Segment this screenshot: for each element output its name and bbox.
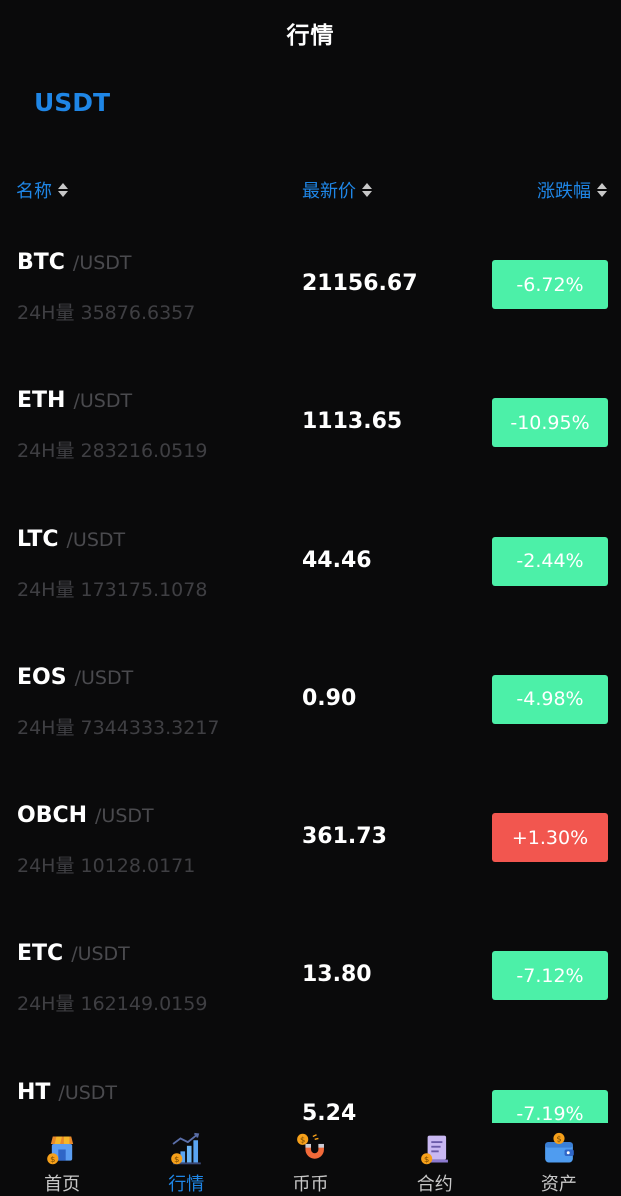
last-price: 44.46 [302,547,372,573]
quote-currency: /USDT [74,666,134,689]
volume-24h: 24H量 283216.0519 [17,440,208,463]
sort-icon [58,183,68,197]
volume-24h: 24H量 10128.0171 [17,855,196,878]
market-row-obch[interactable]: OBCH /USDT 24H量 10128.0171 361.73 +1.30% [0,769,621,907]
volume-24h: 24H量 35876.6357 [17,302,196,324]
tabbar-item-home[interactable]: $ 首页 [0,1123,124,1196]
tabbar-label: 首页 [44,1174,81,1195]
quote-currency: /USDT [73,390,133,413]
quote-currency: /USDT [72,252,132,274]
pair-symbol: BTC /USDT [17,250,132,275]
column-header-name-label: 名称 [16,181,52,202]
tab-usdt[interactable]: USDT [34,88,110,117]
contract-document-icon: $ [420,1135,448,1165]
volume-24h: 24H量 173175.1078 [17,578,208,601]
column-header-price-label: 最新价 [302,181,356,202]
tabbar-item-assets[interactable]: $ 资产 [497,1123,621,1196]
tabbar-label: 币币 [292,1174,329,1195]
tabbar-label: 合约 [416,1174,453,1195]
column-header-change[interactable]: 涨跌幅 [537,176,607,204]
change-badge[interactable]: -4.98% [492,674,608,724]
wallet-icon: $ [545,1132,574,1163]
last-price: 13.80 [302,962,372,988]
tabbar-label: 资产 [540,1174,577,1195]
bottom-tabbar: $ 首页 $ 行情 $ 币币 $ 合约 $ 资产 [0,1123,621,1196]
sort-icon [362,183,372,197]
quote-currency: /USDT [95,805,154,828]
pair-symbol: OBCH /USDT [17,803,154,828]
sort-icon [597,183,607,197]
last-price: 0.90 [302,685,357,711]
base-currency: HT [17,1079,51,1105]
base-currency: BTC [17,250,65,275]
last-price: 21156.67 [302,271,418,296]
home-shop-icon: $ [47,1136,74,1165]
svg-text:$: $ [50,1154,55,1164]
tabbar-item-contract[interactable]: $ 合约 [373,1123,497,1196]
base-currency: EOS [17,664,67,690]
tabbar-item-exchange[interactable]: $ 币币 [248,1123,372,1196]
svg-text:$: $ [424,1154,429,1164]
last-price: 361.73 [302,824,387,850]
market-row-ltc[interactable]: LTC /USDT 24H量 173175.1078 44.46 -2.44% [0,493,621,631]
base-currency: LTC [17,526,59,552]
market-chart-icon: $ [171,1132,202,1165]
pair-symbol: ETH /USDT [17,388,132,413]
tabbar-label: 行情 [168,1174,205,1195]
change-badge[interactable]: -7.12% [492,951,608,1001]
change-badge[interactable]: -6.72% [492,260,608,309]
pair-symbol: LTC /USDT [17,527,125,552]
pair-symbol: ETC /USDT [17,941,130,966]
market-row-eth[interactable]: ETH /USDT 24H量 283216.0519 1113.65 -10.9… [0,354,621,492]
page-header: 行情 [0,0,621,66]
market-row-etc[interactable]: ETC /USDT 24H量 162149.0159 13.80 -7.12% [0,907,621,1045]
page-title: 行情 [286,23,335,49]
pair-symbol: EOS /USDT [17,665,133,690]
change-badge[interactable]: -10.95% [492,398,608,448]
column-header-change-label: 涨跌幅 [537,181,591,202]
market-row-btc[interactable]: BTC /USDT 24H量 35876.6357 21156.67 -6.72… [0,216,621,354]
change-badge[interactable]: -2.44% [492,536,608,586]
last-price: 1113.65 [302,409,403,435]
quote-currency: /USDT [71,943,130,966]
svg-text:$: $ [174,1154,179,1164]
pair-symbol: HT /USDT [17,1080,117,1105]
market-list: BTC /USDT 24H量 35876.6357 21156.67 -6.72… [0,216,621,1123]
column-header-name[interactable]: 名称 [16,176,68,204]
column-header-price[interactable]: 最新价 [302,176,372,204]
change-badge[interactable]: -7.19% [492,1089,608,1123]
last-price: 5.24 [302,1100,357,1123]
base-currency: OBCH [17,803,88,829]
volume-24h: 24H量 7344333.3217 [17,716,220,739]
svg-text:$: $ [300,1135,305,1145]
base-currency: ETH [17,388,66,414]
volume-24h: 24H量 162149.0159 [17,993,208,1016]
svg-text:$: $ [556,1134,561,1144]
quote-currency: /USDT [66,528,126,551]
base-currency: ETC [17,941,64,967]
market-row-eos[interactable]: EOS /USDT 24H量 7344333.3217 0.90 -4.98% [0,631,621,769]
tabbar-item-market[interactable]: $ 行情 [124,1123,248,1196]
quote-currency: /USDT [58,1081,118,1104]
exchange-magnet-icon: $ [296,1133,324,1159]
change-badge[interactable]: +1.30% [492,813,608,863]
market-row-ht[interactable]: HT /USDT 5.24 -7.19% [0,1046,621,1123]
